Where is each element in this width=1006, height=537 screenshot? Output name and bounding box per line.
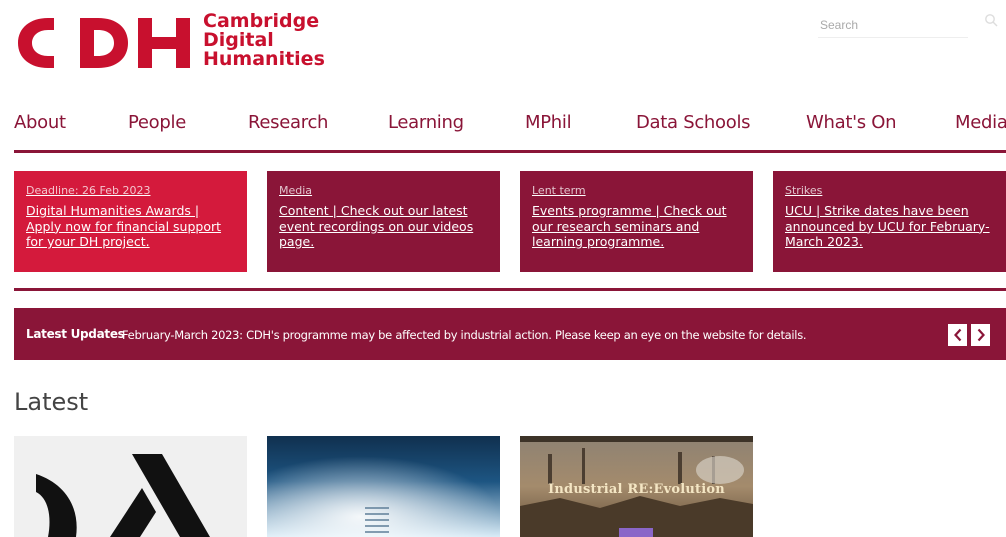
ticker-prev-button[interactable] [948, 324, 967, 346]
nav-item-learning[interactable]: Learning [388, 112, 464, 133]
updates-text[interactable]: February-March 2023: CDH's programme may… [122, 328, 807, 342]
logo-line-3: Humanities [203, 48, 325, 70]
latest-updates-ticker: Latest Updates February-March 2023: CDH'… [14, 308, 1006, 360]
feature-card-events[interactable]: Lent term Events programme | Check out o… [520, 171, 753, 272]
nav-item-research[interactable]: Research [248, 112, 328, 133]
dh-graphic-image [14, 436, 247, 537]
site-header: Cambridge Digital Humanities [0, 0, 1006, 95]
latest-item-2[interactable] [267, 436, 500, 537]
thumb-overlay-title: Industrial RE:Evolution [548, 482, 725, 497]
latest-heading: Latest [14, 388, 89, 416]
card-kicker: Lent term [532, 184, 586, 197]
thumb-tag [619, 528, 653, 537]
nav-item-media[interactable]: Media [955, 112, 1006, 133]
nav-item-data-schools[interactable]: Data Schools [636, 112, 751, 133]
search-icon[interactable] [984, 13, 998, 27]
card-body: Digital Humanities Awards | Apply now fo… [26, 203, 222, 249]
chevron-right-icon [977, 328, 985, 342]
latest-item-3[interactable]: Industrial RE:Evolution [520, 436, 753, 537]
card-kicker: Media [279, 184, 313, 197]
feature-card-media[interactable]: Media Content | Check out our latest eve… [267, 171, 500, 272]
nav-item-people[interactable]: People [128, 112, 186, 133]
card-body: Content | Check out our latest event rec… [279, 203, 474, 249]
feature-card-strikes[interactable]: Strikes UCU | Strike dates have been ann… [773, 171, 1006, 272]
cdh-logo-icon [18, 18, 190, 68]
card-kicker: Deadline: 26 Feb 2023 [26, 184, 151, 197]
section-divider [14, 288, 1006, 291]
feature-card-awards[interactable]: Deadline: 26 Feb 2023 Digital Humanities… [14, 171, 247, 272]
nav-divider [14, 150, 1006, 153]
abstract-photo-image [267, 436, 500, 537]
updates-label: Latest Updates [26, 327, 125, 341]
nav-item-whats-on[interactable]: What's On [806, 112, 897, 133]
latest-item-1[interactable] [14, 436, 247, 537]
card-kicker: Strikes [785, 184, 823, 197]
search-input[interactable] [818, 12, 968, 38]
nav-item-about[interactable]: About [14, 112, 66, 133]
ticker-next-button[interactable] [971, 324, 990, 346]
chevron-left-icon [953, 328, 961, 342]
main-nav: About People Research Learning MPhil Dat… [0, 108, 1006, 144]
card-body: Events programme | Check out our researc… [532, 203, 727, 249]
nav-item-mphil[interactable]: MPhil [525, 112, 572, 133]
site-logo[interactable]: Cambridge Digital Humanities [14, 12, 325, 74]
logo-wordmark: Cambridge Digital Humanities [203, 12, 325, 69]
card-body: UCU | Strike dates have been announced b… [785, 203, 990, 249]
